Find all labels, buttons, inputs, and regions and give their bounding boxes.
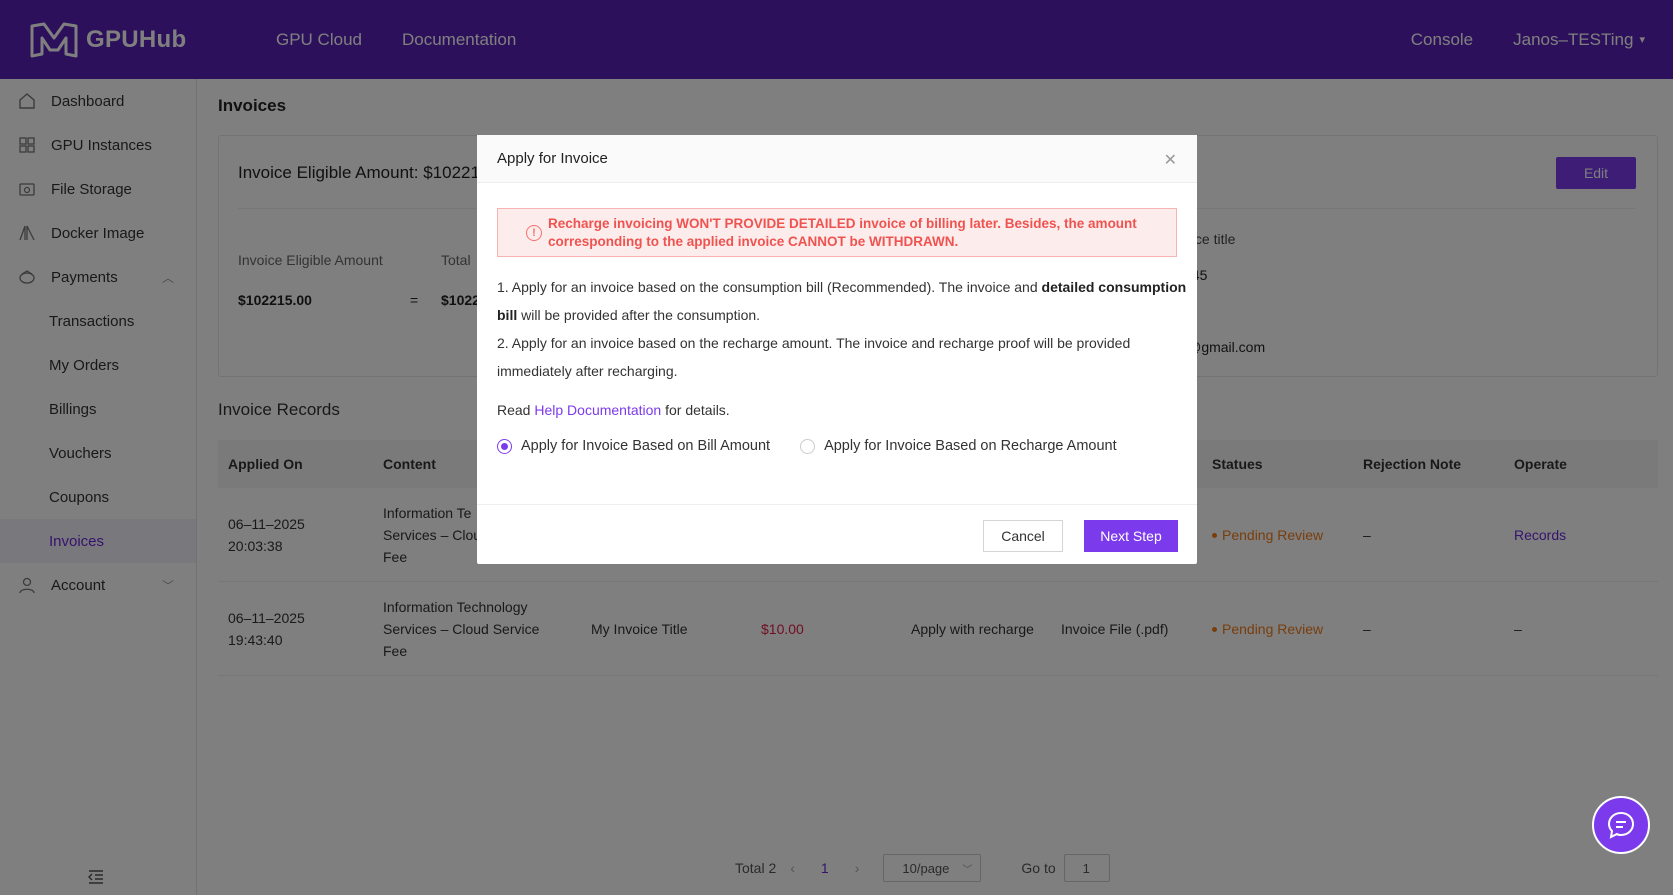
dialog-title: Apply for Invoice: [497, 150, 608, 167]
radio-unchecked-icon[interactable]: [800, 438, 816, 454]
option-recharge-amount[interactable]: Apply for Invoice Based on Recharge Amou…: [800, 438, 1117, 454]
invoice-type-radio-group: Apply for Invoice Based on Bill Amount A…: [497, 438, 1147, 454]
dialog-header: Apply for Invoice ✕: [477, 135, 1197, 183]
radio-checked-icon[interactable]: [497, 438, 512, 454]
warning-alert: ! Recharge invoicing WON'T PROVIDE DETAI…: [497, 208, 1177, 257]
help-documentation-link[interactable]: Help Documentation: [534, 402, 661, 418]
next-step-button[interactable]: Next Step: [1084, 520, 1178, 552]
dialog-footer: Cancel Next Step: [477, 504, 1197, 564]
option-bill-amount[interactable]: Apply for Invoice Based on Bill Amount: [497, 438, 770, 454]
apply-invoice-dialog: Apply for Invoice ✕ ! Recharge invoicing…: [477, 135, 1197, 564]
chat-support-button[interactable]: [1592, 796, 1650, 854]
help-line: Read Help Documentation for details.: [497, 402, 730, 418]
close-icon[interactable]: ✕: [1164, 150, 1177, 170]
instructions-text: 1. Apply for an invoice based on the con…: [497, 279, 1187, 379]
warning-icon: !: [526, 224, 542, 241]
cancel-button[interactable]: Cancel: [983, 520, 1063, 552]
chat-icon: [1607, 811, 1635, 839]
alert-text: Recharge invoicing WON'T PROVIDE DETAILE…: [548, 215, 1137, 249]
